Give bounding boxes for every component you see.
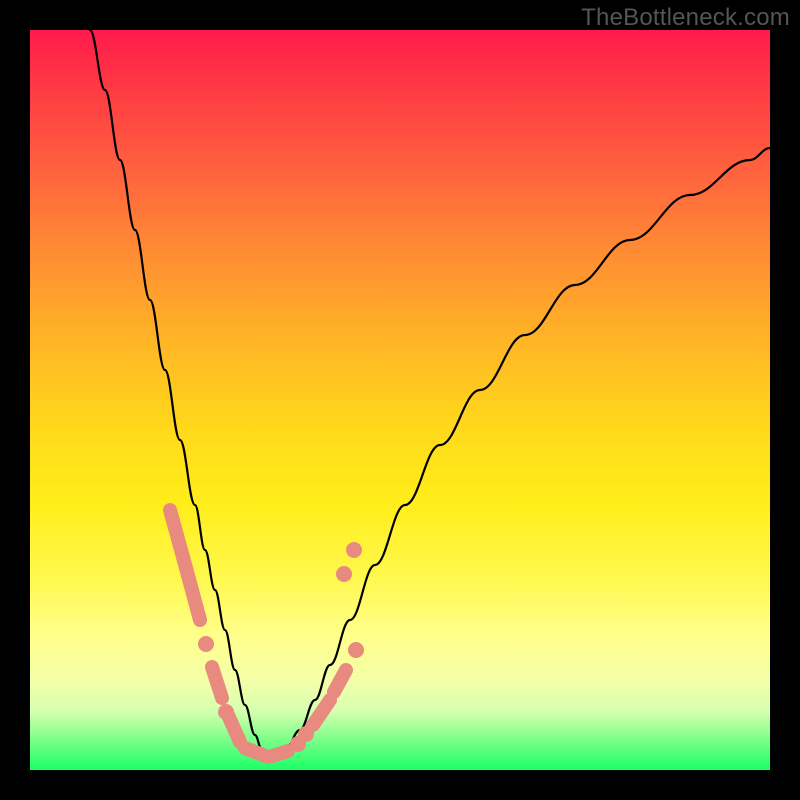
curve-marker-dot: [218, 704, 234, 720]
curve-marker-dot: [336, 566, 352, 582]
curve-marker-segments: [170, 510, 346, 757]
plot-area: [30, 30, 770, 770]
curve-marker-segment: [272, 751, 288, 756]
curve-marker-dot: [348, 642, 364, 658]
curve-marker-segment: [334, 670, 346, 692]
curve-marker-segment: [228, 715, 240, 742]
curve-marker-dot: [198, 636, 214, 652]
curve-marker-dot: [346, 542, 362, 558]
curve-marker-segment: [170, 510, 186, 568]
watermark-text: TheBottleneck.com: [581, 4, 790, 32]
curve-marker-dot: [298, 726, 314, 742]
curve-marker-segment: [212, 667, 222, 698]
curve-marker-segment: [313, 700, 330, 725]
bottleneck-curve: [90, 30, 770, 758]
chart-svg: [30, 30, 770, 770]
curve-marker-segment: [245, 748, 268, 757]
curve-marker-segment: [186, 568, 200, 620]
